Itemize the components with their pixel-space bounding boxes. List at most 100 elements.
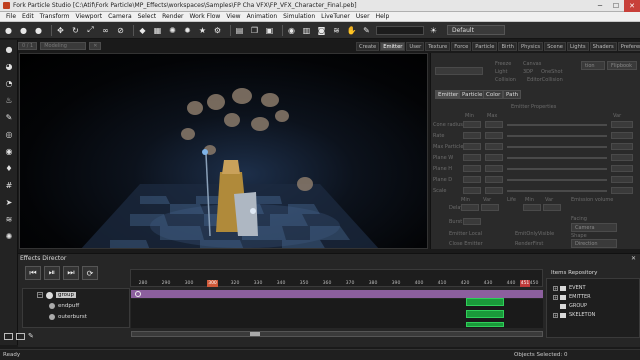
min-field[interactable]: [463, 187, 481, 194]
min-field[interactable]: [463, 143, 481, 150]
repo-item-skeleton[interactable]: + SKELETON: [553, 311, 595, 319]
keyframe-icon[interactable]: [135, 291, 141, 297]
timeline-scrollbar[interactable]: [131, 331, 543, 337]
viewport-close-button[interactable]: ✕: [89, 41, 102, 50]
max-field[interactable]: [485, 121, 503, 128]
check-light[interactable]: Light: [495, 69, 507, 75]
menu-work-flow[interactable]: Work Flow: [187, 13, 224, 20]
check-3dp[interactable]: 3DP: [523, 69, 533, 75]
track-row-outerburst[interactable]: outerburst: [23, 312, 129, 322]
min-field[interactable]: [463, 165, 481, 172]
loop-icon[interactable]: ⟳: [82, 266, 98, 280]
min-field[interactable]: [463, 121, 481, 128]
eye-icon[interactable]: ◉: [3, 145, 15, 157]
check-freeze[interactable]: Freeze: [495, 61, 511, 67]
effects-director-close[interactable]: ✕: [631, 255, 636, 262]
menu-file[interactable]: File: [3, 13, 19, 20]
menu-transform[interactable]: Transform: [37, 13, 73, 20]
flipbook-button[interactable]: Flipbook: [607, 61, 637, 70]
tab-scene[interactable]: Scene: [544, 42, 566, 51]
subtab-path[interactable]: Path: [503, 90, 522, 99]
view-icon[interactable]: [16, 332, 25, 340]
forward-icon[interactable]: ⏭: [63, 266, 79, 280]
copy-icon[interactable]: ❐: [249, 25, 260, 36]
value-slider[interactable]: [507, 135, 607, 137]
check-editor-collision[interactable]: EditorCollision: [527, 77, 563, 83]
toolbar-field[interactable]: [376, 25, 424, 35]
flame-icon[interactable]: ♨: [3, 94, 15, 106]
light-icon[interactable]: ☀: [428, 25, 439, 36]
life-var-field[interactable]: [543, 204, 561, 211]
min-field[interactable]: [463, 176, 481, 183]
close-button[interactable]: ✕: [624, 0, 640, 12]
3d-viewport[interactable]: [19, 53, 428, 249]
blob-icon[interactable]: ●: [3, 43, 15, 55]
link-icon[interactable]: ∞: [100, 25, 111, 36]
minimize-button[interactable]: ─: [592, 0, 608, 12]
tab-force[interactable]: Force: [451, 42, 472, 51]
target-icon[interactable]: ◎: [3, 128, 15, 140]
list-icon[interactable]: [4, 332, 13, 340]
frame-field[interactable]: 0 / 1: [18, 41, 38, 50]
film-icon[interactable]: ▥: [301, 25, 312, 36]
grab-icon[interactable]: ✋: [346, 25, 357, 36]
panel-button-tion[interactable]: tion: [581, 61, 605, 70]
burst-icon[interactable]: ✺: [3, 230, 15, 242]
max-field[interactable]: [485, 132, 503, 139]
sphere-icon[interactable]: ◕: [3, 60, 15, 72]
delay-var-field[interactable]: [481, 204, 499, 211]
paste-icon[interactable]: ▣: [264, 25, 275, 36]
shape-select[interactable]: Direction: [571, 239, 617, 248]
layers-icon[interactable]: ▤: [234, 25, 245, 36]
menu-livetuner[interactable]: LiveTuner: [318, 13, 353, 20]
max-field[interactable]: [485, 176, 503, 183]
track-row-group[interactable]: − group: [23, 290, 129, 300]
subtab-color[interactable]: Color: [483, 90, 504, 99]
burst-icon[interactable]: ✺: [167, 25, 178, 36]
var-field[interactable]: [611, 165, 633, 172]
end-frame-marker[interactable]: 451: [520, 280, 530, 287]
blob-icon[interactable]: ●: [33, 25, 44, 36]
maximize-button[interactable]: ☐: [608, 0, 624, 12]
expand-icon[interactable]: +: [553, 285, 558, 291]
tab-shaders[interactable]: Shaders: [589, 42, 617, 51]
menu-viewport[interactable]: Viewport: [73, 13, 106, 20]
max-field[interactable]: [485, 154, 503, 161]
min-field[interactable]: [463, 132, 481, 139]
group-track-bar[interactable]: [131, 290, 543, 298]
burst-field[interactable]: [463, 218, 481, 225]
value-slider[interactable]: [507, 146, 607, 148]
facing-select[interactable]: Camera: [571, 223, 617, 232]
current-frame-marker[interactable]: 300: [207, 280, 218, 287]
rewind-icon[interactable]: ⏮: [25, 266, 41, 280]
var-field[interactable]: [611, 121, 633, 128]
expand-icon[interactable]: +: [553, 294, 558, 300]
menu-edit[interactable]: Edit: [19, 13, 37, 20]
blob-icon[interactable]: ●: [3, 25, 14, 36]
min-field[interactable]: [463, 154, 481, 161]
outerburst-clip[interactable]: [466, 310, 504, 318]
value-slider[interactable]: [507, 157, 607, 159]
explode-icon[interactable]: ✹: [182, 25, 193, 36]
collapse-icon[interactable]: −: [37, 292, 43, 298]
tab-texture[interactable]: Texture: [425, 42, 451, 51]
max-field[interactable]: [485, 187, 503, 194]
var-field[interactable]: [611, 176, 633, 183]
check-close-emitter[interactable]: Close Emitter: [449, 241, 483, 247]
tab-user[interactable]: User: [406, 42, 425, 51]
value-slider[interactable]: [507, 190, 607, 192]
track-row-endpuff[interactable]: endpuff: [23, 301, 129, 311]
mode-select[interactable]: Modeling: [40, 41, 87, 50]
move-icon[interactable]: ✥: [55, 25, 66, 36]
menu-view[interactable]: View: [223, 13, 243, 20]
menu-select[interactable]: Select: [135, 13, 160, 20]
value-slider[interactable]: [507, 168, 607, 170]
play-pause-icon[interactable]: ⏯: [44, 266, 60, 280]
life-min-field[interactable]: [523, 204, 541, 211]
value-slider[interactable]: [507, 179, 607, 181]
menu-user[interactable]: User: [353, 13, 373, 20]
var-field[interactable]: [611, 132, 633, 139]
menu-help[interactable]: Help: [373, 13, 393, 20]
repo-item-group[interactable]: GROUP: [553, 302, 587, 310]
outerburst-clip[interactable]: [466, 322, 504, 327]
